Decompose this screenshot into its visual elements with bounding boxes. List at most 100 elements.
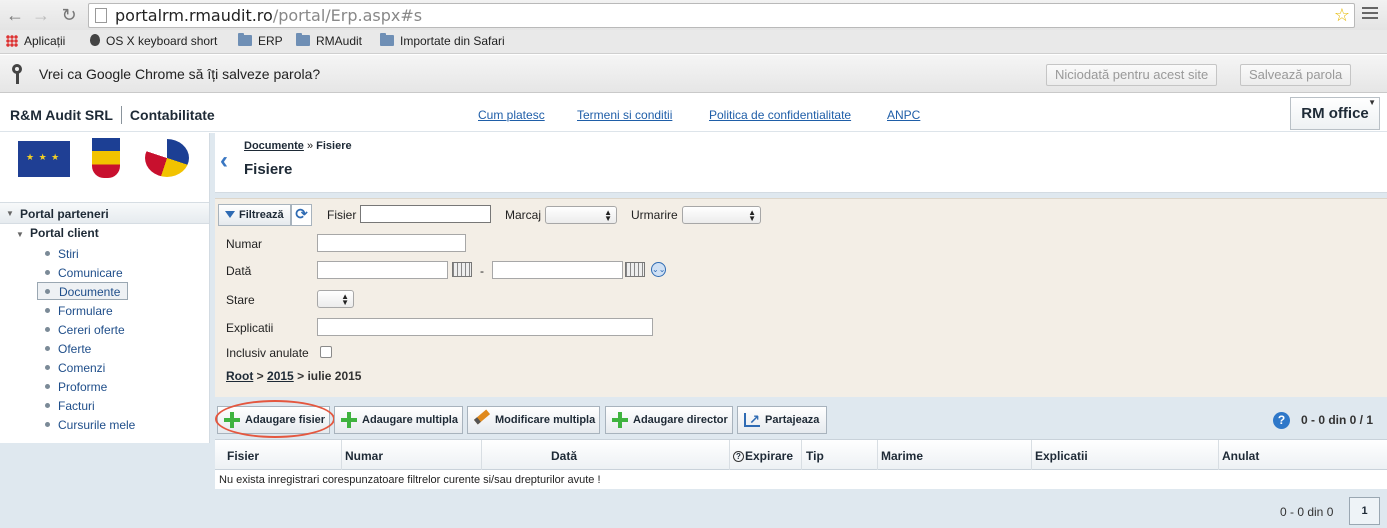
sidebar-item-formulare[interactable]: Formulare (58, 304, 113, 318)
marcaj-select[interactable]: ▲ ▼ (545, 206, 617, 224)
calendar-icon[interactable] (625, 262, 645, 277)
path-root-link[interactable]: Root (226, 369, 253, 383)
link-politica[interactable]: Politica de confidentialitate (709, 108, 851, 122)
address-bar[interactable]: portalrm.rmaudit.ro/portal/Erp.aspx#s ☆ (88, 3, 1355, 28)
explicatii-label: Explicatii (226, 321, 274, 335)
action-toolbar: Adaugare fisier Adaugare multipla Modifi… (215, 400, 1387, 438)
browser-toolbar: ← → ↻ portalrm.rmaudit.ro/portal/Erp.asp… (0, 0, 1387, 30)
col-marime[interactable]: Marime (881, 449, 923, 463)
collapse-triangle-icon: ▼ (6, 209, 14, 218)
sidebar-section-header[interactable]: ▼ Portal parteneri (0, 202, 209, 224)
col-fisier[interactable]: Fisier (227, 449, 259, 463)
inclusiv-anulate-checkbox[interactable] (320, 346, 332, 358)
breadcrumb: Documente » Fisiere (244, 140, 352, 152)
sidebar-item-proforme[interactable]: Proforme (58, 380, 107, 394)
dropdown-caret-icon: ▼ (1368, 98, 1376, 107)
app-header: R&M Audit SRL Contabilitate Cum platesc T… (0, 94, 1387, 132)
sidebar-item-facturi[interactable]: Facturi (58, 399, 95, 413)
col-numar[interactable]: Numar (345, 449, 383, 463)
explicatii-input[interactable] (317, 318, 653, 336)
add-folder-button[interactable]: Adaugare director (605, 406, 733, 434)
col-tip[interactable]: Tip (806, 449, 824, 463)
edit-multiple-button[interactable]: Modificare multipla (467, 406, 600, 434)
sidebar-item-comenzi[interactable]: Comenzi (58, 361, 105, 375)
highlight-annotation (215, 400, 335, 438)
bookmark-safari-import[interactable]: Importate din Safari (380, 33, 505, 48)
date-to-input[interactable] (492, 261, 623, 279)
stare-select[interactable]: ▲ ▼ (317, 290, 354, 308)
never-save-button[interactable]: Niciodată pentru acest site (1046, 64, 1218, 86)
sidebar-item-stiri[interactable]: Stiri (58, 247, 79, 261)
bullet-icon (45, 289, 50, 294)
path-year-link[interactable]: 2015 (267, 369, 294, 383)
bookmarks-bar: Aplicații OS X keyboard short ERP RMAudi… (0, 30, 1387, 54)
breadcrumb-documente-link[interactable]: Documente (244, 140, 304, 152)
pencil-icon (473, 409, 491, 425)
files-grid: Fisier Numar Dată ? Expirare Tip Marime E… (215, 439, 1387, 489)
bookmark-osx-keyboard[interactable]: OS X keyboard short (90, 34, 217, 48)
sidebar-item-cursurile-mele[interactable]: Cursurile mele (58, 418, 135, 432)
eu-flag-logo (18, 141, 70, 177)
instrumente-structurale-logo (145, 139, 189, 177)
expand-circle-icon[interactable]: ⌄⌄ (651, 262, 666, 277)
col-anulat[interactable]: Anulat (1222, 449, 1259, 463)
sidebar-item-comunicare[interactable]: Comunicare (58, 266, 123, 280)
page-number-button[interactable]: 1 (1349, 497, 1380, 525)
col-data[interactable]: Dată (551, 449, 577, 463)
key-icon (10, 64, 24, 84)
sidebar-item-documente[interactable]: Documente (59, 285, 120, 299)
calendar-icon[interactable] (452, 262, 472, 277)
refresh-icon[interactable]: ⟳ (291, 204, 312, 226)
funnel-icon (225, 211, 235, 218)
bookmark-apps[interactable]: Aplicații (6, 34, 65, 48)
sidebar: ▼ Portal parteneri ▼ Portal client Stiri… (0, 199, 210, 443)
bookmark-rmaudit[interactable]: RMAudit (296, 33, 362, 48)
reload-icon[interactable]: ↻ (58, 4, 80, 26)
add-multiple-button[interactable]: Adaugare multipla (334, 406, 463, 434)
folder-path: Root > 2015 > iulie 2015 (226, 369, 362, 383)
link-termeni[interactable]: Termeni si conditii (577, 108, 672, 122)
forward-icon[interactable]: → (30, 4, 52, 26)
back-chevron-icon[interactable]: ‹ (220, 147, 228, 175)
question-icon: ? (733, 451, 744, 462)
bullet-icon (45, 327, 50, 332)
date-from-input[interactable] (317, 261, 448, 279)
apps-grid-icon (6, 35, 18, 47)
bullet-icon (45, 384, 50, 389)
content-header: ‹ Documente » Fisiere Fisiere (215, 133, 1387, 193)
bullet-icon (45, 251, 50, 256)
sidebar-subsection[interactable]: Portal client (30, 226, 99, 240)
fisier-input[interactable] (360, 205, 491, 223)
numar-label: Numar (226, 237, 263, 251)
back-icon[interactable]: ← (4, 4, 26, 26)
sidebar-item-oferte[interactable]: Oferte (58, 342, 91, 356)
link-anpc[interactable]: ANPC (887, 108, 920, 122)
page-title: Fisiere (244, 161, 293, 178)
numar-input[interactable] (317, 234, 466, 252)
bullet-icon (45, 308, 50, 313)
folder-icon (296, 33, 310, 46)
col-expirare[interactable]: ? Expirare (733, 449, 793, 463)
urmarire-select[interactable]: ▲ ▼ (682, 206, 761, 224)
bookmark-erp[interactable]: ERP (238, 33, 283, 48)
romania-coat-of-arms-logo (92, 138, 120, 178)
col-explicatii[interactable]: Explicatii (1035, 449, 1088, 463)
chrome-menu-icon[interactable] (1362, 7, 1378, 22)
save-password-infobar: Vrei ca Google Chrome să îți salveze par… (0, 55, 1387, 93)
help-icon[interactable]: ? (1273, 412, 1290, 429)
grid-header: Fisier Numar Dată ? Expirare Tip Marime E… (215, 440, 1387, 470)
rm-office-button[interactable]: RM office ▼ (1290, 97, 1380, 130)
sidebar-item-cereri-oferte[interactable]: Cereri oferte (58, 323, 125, 337)
plus-icon (341, 412, 357, 428)
module-name: Contabilitate (129, 107, 215, 123)
partner-logos (0, 133, 210, 199)
data-label: Dată (226, 264, 252, 278)
save-password-button[interactable]: Salvează parola (1240, 64, 1352, 86)
bookmark-star-icon[interactable]: ☆ (1334, 5, 1350, 26)
link-cum-platesc[interactable]: Cum platesc (478, 108, 545, 122)
bullet-icon (45, 403, 50, 408)
filter-panel: Filtrează ⟳ Fisier Marcaj ▲ ▼ Urmarire ▲ ▼… (215, 198, 1387, 397)
collapse-triangle-icon[interactable]: ▼ (16, 230, 24, 239)
filter-button[interactable]: Filtrează (218, 204, 291, 226)
share-button[interactable]: Partajeaza (737, 406, 827, 434)
